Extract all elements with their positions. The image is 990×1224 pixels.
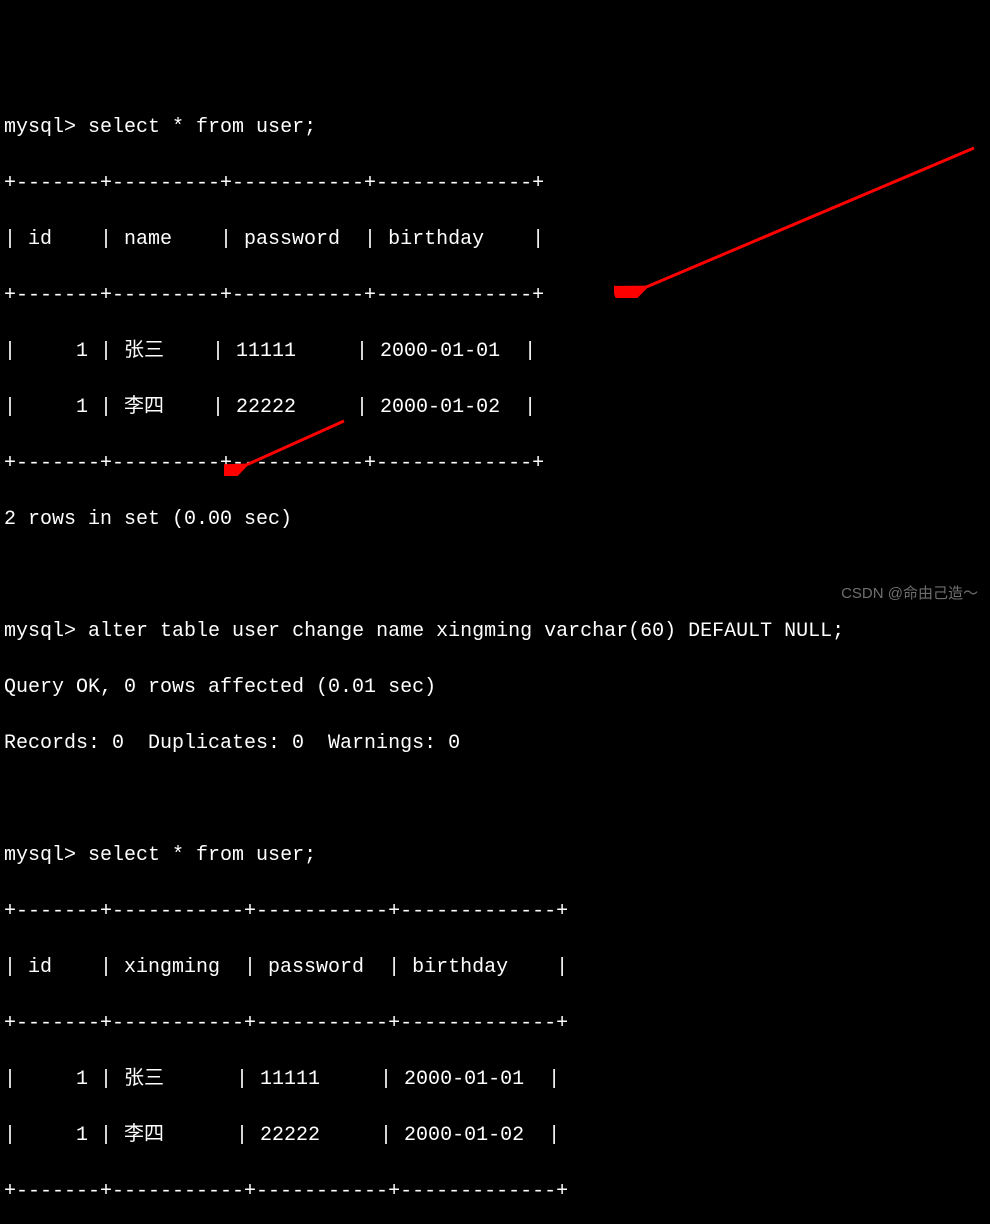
table2-row: | 1 | 张三 | 11111 | 2000-01-01 | bbox=[4, 1066, 986, 1094]
table1-border-mid: +-------+---------+-----------+---------… bbox=[4, 282, 986, 310]
prompt: mysql> bbox=[4, 116, 76, 139]
query3-line: mysql> select * from user; bbox=[4, 842, 986, 870]
prompt: mysql> bbox=[4, 620, 76, 643]
table2-border-top: +-------+-----------+-----------+-------… bbox=[4, 898, 986, 926]
alter-result-2: Records: 0 Duplicates: 0 Warnings: 0 bbox=[4, 730, 986, 758]
query2-line: mysql> alter table user change name xing… bbox=[4, 618, 986, 646]
table1-row: | 1 | 李四 | 22222 | 2000-01-02 | bbox=[4, 394, 986, 422]
table2-border-bot: +-------+-----------+-----------+-------… bbox=[4, 1178, 986, 1206]
table2-row: | 1 | 李四 | 22222 | 2000-01-02 | bbox=[4, 1122, 986, 1150]
table1-row: | 1 | 张三 | 11111 | 2000-01-01 | bbox=[4, 338, 986, 366]
blank-line bbox=[4, 562, 986, 590]
table2-border-mid: +-------+-----------+-----------+-------… bbox=[4, 1010, 986, 1038]
query3: select * from user; bbox=[88, 844, 316, 867]
query1: select * from user; bbox=[88, 116, 316, 139]
table1-summary: 2 rows in set (0.00 sec) bbox=[4, 506, 986, 534]
table1-border-bot: +-------+---------+-----------+---------… bbox=[4, 450, 986, 478]
query1-line: mysql> select * from user; bbox=[4, 114, 986, 142]
table1-border-top: +-------+---------+-----------+---------… bbox=[4, 170, 986, 198]
blank-line bbox=[4, 786, 986, 814]
table2-header: | id | xingming | password | birthday | bbox=[4, 954, 986, 982]
alter-result-1: Query OK, 0 rows affected (0.01 sec) bbox=[4, 674, 986, 702]
watermark: CSDN @命由己造～ bbox=[841, 583, 978, 604]
table1-header: | id | name | password | birthday | bbox=[4, 226, 986, 254]
prompt: mysql> bbox=[4, 844, 76, 867]
query2: alter table user change name xingming va… bbox=[88, 620, 844, 643]
